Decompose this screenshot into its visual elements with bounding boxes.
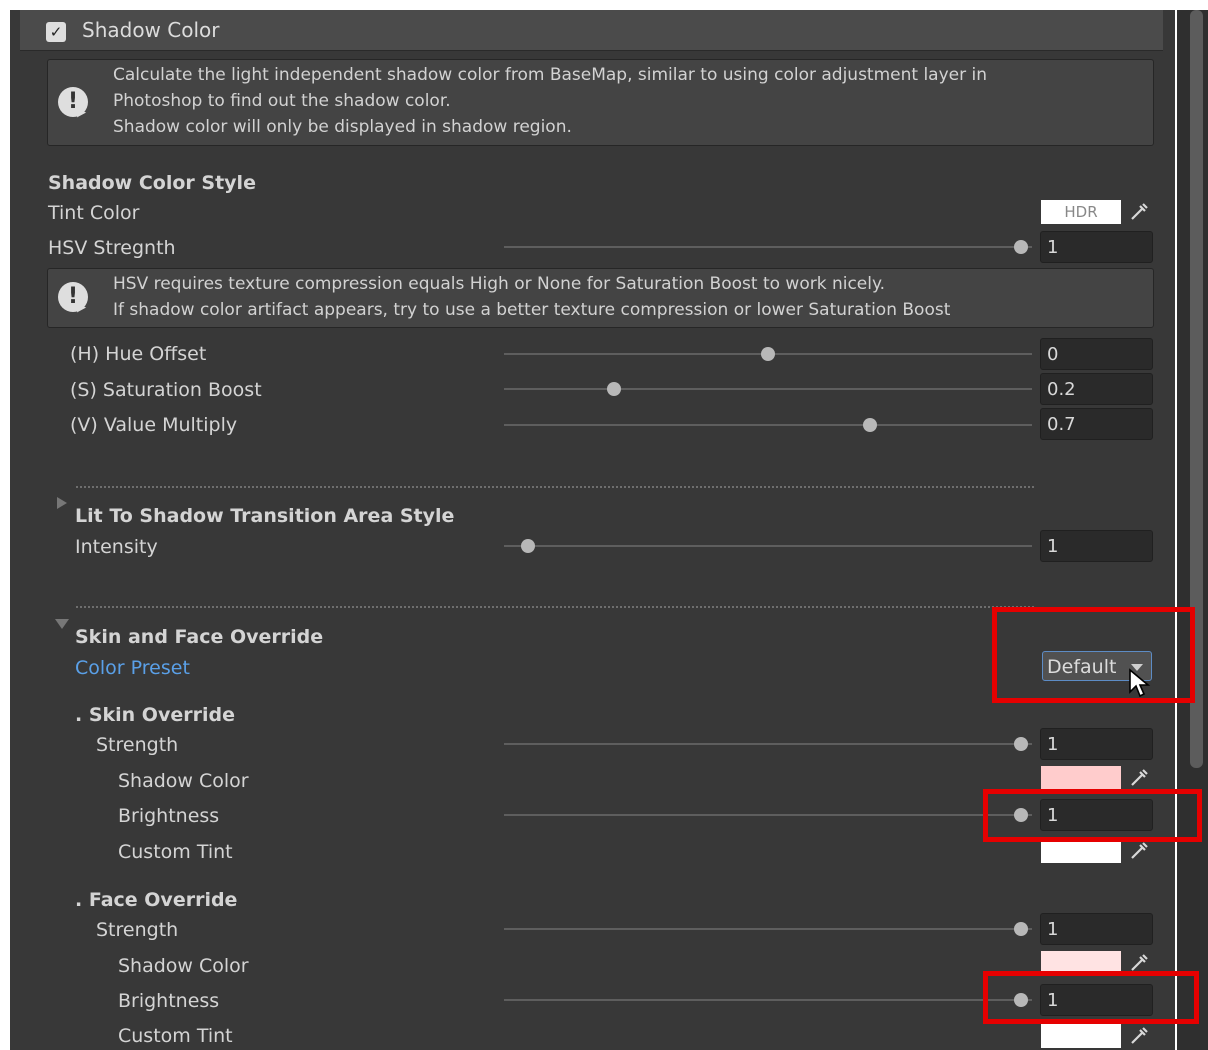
foldout-expanded-icon[interactable] [55,619,69,629]
help-text: HSV requires texture compression equals … [113,274,951,320]
eyedropper-icon[interactable] [1128,201,1150,223]
vertical-scrollbar[interactable] [1177,10,1208,1050]
intensity-label: Intensity [75,536,158,558]
skin-strength-field[interactable]: 1 [1040,728,1153,760]
help-box-hsv: ! HSV requires texture compression equal… [47,268,1154,328]
warning-icon: ! [58,87,88,117]
tint-color-label: Tint Color [48,202,140,224]
inspector-panel: ✓ Shadow Color ! Calculate the light ind… [10,10,1175,1050]
checkbox-icon[interactable]: ✓ [46,22,66,42]
intensity-field[interactable]: 1 [1040,530,1153,562]
face-brightness-slider-track[interactable] [504,999,1032,1001]
saturation-boost-label: (S) Saturation Boost [70,379,262,401]
face-custom-tint-label: Custom Tint [118,1025,233,1047]
eyedropper-icon[interactable] [1128,767,1150,789]
skin-strength-slider-track[interactable] [504,743,1032,745]
value-multiply-slider-track[interactable] [504,424,1032,426]
face-custom-tint-swatch[interactable] [1041,1024,1121,1048]
skin-custom-tint-label: Custom Tint [118,841,233,863]
hsv-strength-slider-track[interactable] [504,246,1032,248]
saturation-boost-field[interactable]: 0.2 [1040,373,1153,405]
highlight-box-skin-brightness [983,789,1202,842]
skin-brightness-slider-track[interactable] [504,814,1032,816]
section-title: Shadow Color [82,18,220,42]
eyedropper-icon[interactable] [1128,840,1150,862]
skin-custom-tint-swatch[interactable] [1041,839,1121,863]
skin-strength-slider-handle[interactable] [1014,737,1028,751]
transition-heading[interactable]: Lit To Shadow Transition Area Style [75,505,454,527]
foldout-collapsed-icon[interactable] [57,497,67,509]
inspector-window: ✓ Shadow Color ! Calculate the light ind… [0,0,1208,1050]
skin-shadow-color-label: Shadow Color [118,770,249,792]
face-shadow-color-label: Shadow Color [118,955,249,977]
value-multiply-slider-handle[interactable] [863,418,877,432]
skin-override-heading: . Skin Override [75,704,235,726]
highlight-box-face-brightness [983,971,1199,1024]
intensity-slider-handle[interactable] [521,539,535,553]
hsv-strength-slider-handle[interactable] [1014,240,1028,254]
shadow-color-style-heading: Shadow Color Style [48,172,256,194]
eyedropper-icon[interactable] [1128,1025,1150,1047]
face-brightness-label: Brightness [118,990,220,1012]
help-box-shadow-color: ! Calculate the light independent shadow… [47,59,1154,146]
hsv-strength-label: HSV Stregnth [48,237,176,259]
section-divider [76,606,1034,608]
mouse-cursor-icon [1129,668,1151,698]
hsv-strength-field[interactable]: 1 [1040,231,1153,263]
section-header[interactable]: ✓ Shadow Color [20,10,1163,51]
value-multiply-field[interactable]: 0.7 [1040,408,1153,440]
highlight-box-dropdown [992,607,1195,703]
help-text: Calculate the light independent shadow c… [113,65,988,137]
skin-shadow-color-swatch[interactable] [1041,766,1121,790]
section-divider [76,486,1034,488]
skin-face-heading[interactable]: Skin and Face Override [75,626,323,648]
face-strength-field[interactable]: 1 [1040,913,1153,945]
skin-strength-label: Strength [96,734,179,756]
value-multiply-label: (V) Value Multiply [70,414,238,436]
intensity-slider-track[interactable] [504,545,1032,547]
hue-offset-label: (H) Hue Offset [70,343,207,365]
saturation-boost-slider-handle[interactable] [607,382,621,396]
tint-color-swatch[interactable]: HDR [1041,200,1121,224]
face-strength-slider-track[interactable] [504,928,1032,930]
hue-offset-slider-handle[interactable] [761,347,775,361]
hue-offset-field[interactable]: 0 [1040,338,1153,370]
skin-brightness-label: Brightness [118,805,220,827]
face-strength-slider-handle[interactable] [1014,922,1028,936]
face-override-heading: . Face Override [75,889,238,911]
color-preset-label: Color Preset [75,657,190,679]
face-strength-label: Strength [96,919,179,941]
saturation-boost-slider-track[interactable] [504,388,1032,390]
warning-icon: ! [58,282,88,312]
